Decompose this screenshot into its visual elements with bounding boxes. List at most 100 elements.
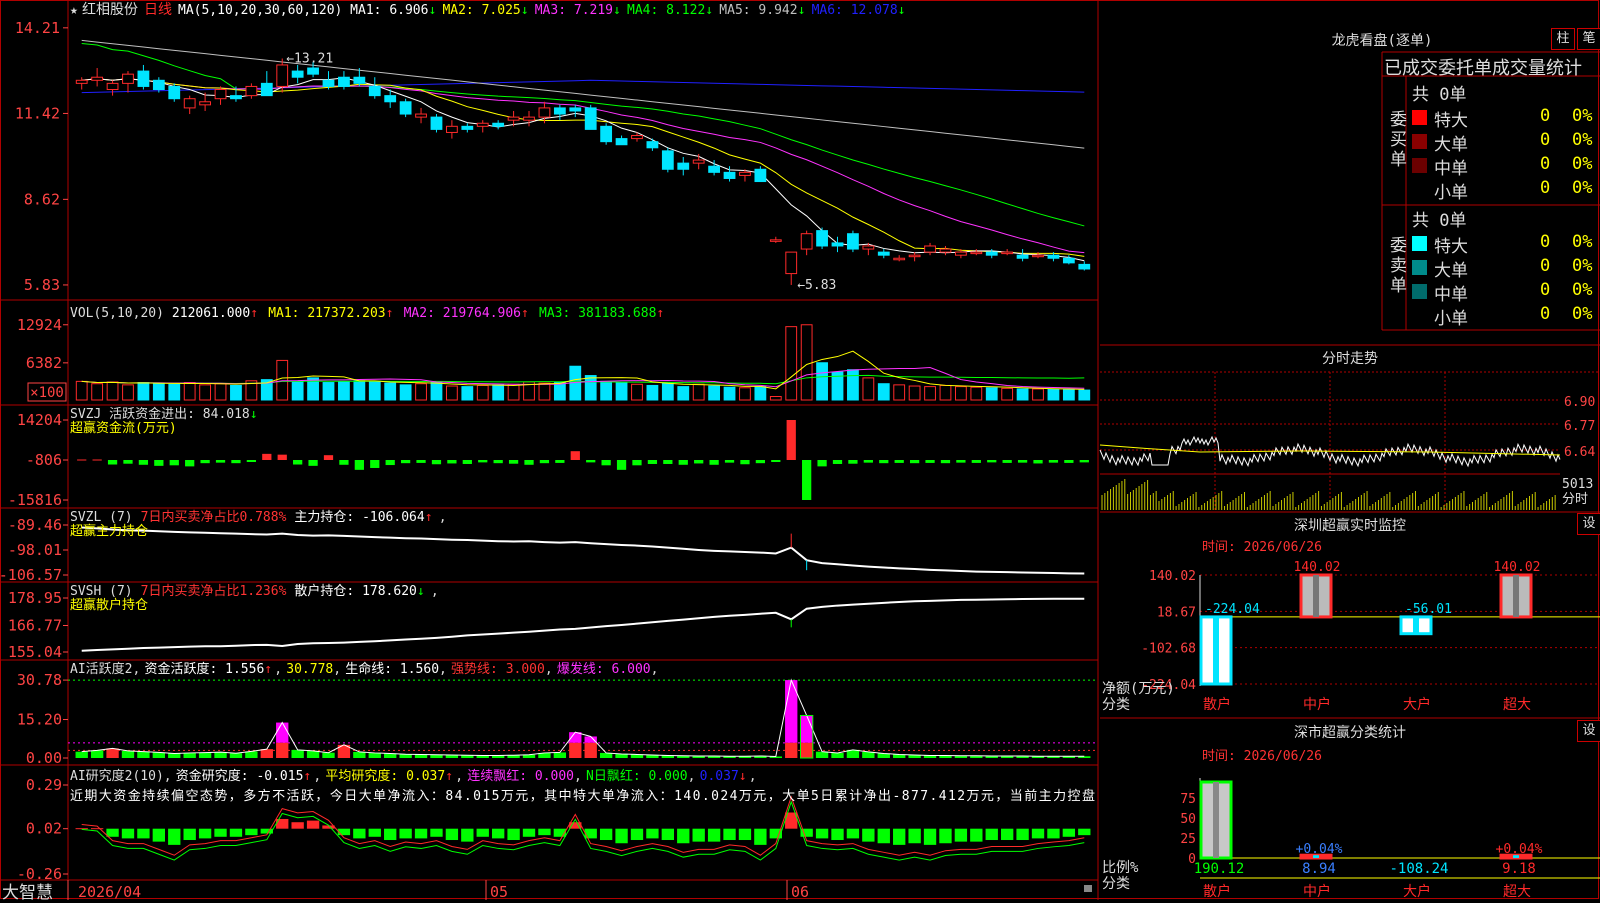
ai2-bar[interactable] <box>923 828 937 845</box>
candle-body[interactable] <box>75 79 88 84</box>
ai1-bar[interactable] <box>183 752 196 758</box>
volume-bar[interactable] <box>492 384 505 401</box>
candle-body[interactable] <box>847 233 859 250</box>
svzj-bar[interactable] <box>940 460 951 464</box>
volume-bar[interactable] <box>168 383 181 401</box>
candle-body[interactable] <box>1032 254 1044 258</box>
ai2-bar[interactable] <box>1016 828 1029 841</box>
candle-body[interactable] <box>739 171 751 176</box>
svzj-bar[interactable] <box>678 460 688 465</box>
ai1-bar[interactable] <box>214 752 227 758</box>
candle-body[interactable] <box>569 107 582 112</box>
volume-bar[interactable] <box>199 384 212 401</box>
ai2-bar[interactable] <box>646 828 659 839</box>
ai1-strong-bar[interactable] <box>785 742 798 758</box>
svzj-bar[interactable] <box>848 460 858 464</box>
svzj-bar[interactable] <box>524 460 534 465</box>
candle-body[interactable] <box>276 64 289 87</box>
candle-body[interactable] <box>1001 251 1014 255</box>
svzj-bar[interactable] <box>971 460 981 463</box>
candle-body[interactable] <box>831 242 844 247</box>
volume-bar[interactable] <box>507 383 520 401</box>
svzj-bar[interactable] <box>493 460 503 464</box>
ai2-bar[interactable] <box>754 828 767 845</box>
ai2-bar[interactable] <box>707 828 721 842</box>
candle-body[interactable] <box>769 239 782 242</box>
candle-body[interactable] <box>461 125 474 130</box>
volume-bar[interactable] <box>1062 389 1075 401</box>
svzj-bar[interactable] <box>663 460 673 464</box>
candle-body[interactable] <box>800 233 813 250</box>
candle-body[interactable] <box>924 245 936 253</box>
svzj-bar[interactable] <box>1064 460 1074 463</box>
svzj-bar[interactable] <box>1048 460 1059 463</box>
ai2-bar[interactable] <box>723 828 736 841</box>
volume-bar[interactable] <box>708 385 721 401</box>
candle-body[interactable] <box>384 95 397 103</box>
svzj-bar[interactable] <box>863 460 873 463</box>
candle-body[interactable] <box>152 79 165 91</box>
ai2-bar[interactable] <box>491 828 505 839</box>
ai2-bar[interactable] <box>1078 828 1091 836</box>
tab-volume-stats[interactable]: 成交量统计 <box>1492 54 1582 80</box>
volume-bar[interactable] <box>461 386 474 401</box>
ai1-strong-bar[interactable] <box>569 742 582 758</box>
ai2-bar[interactable] <box>970 828 983 842</box>
ai1-burst-bar[interactable] <box>584 736 597 743</box>
ai1-bar[interactable] <box>152 752 166 758</box>
ai1-bar[interactable] <box>291 749 304 758</box>
svzj-bar[interactable] <box>1017 460 1028 463</box>
ai1-strong-bar[interactable] <box>276 742 289 758</box>
ai2-bar[interactable] <box>908 828 921 844</box>
candle-body[interactable] <box>476 122 489 127</box>
svzj-bar[interactable] <box>354 460 364 470</box>
candle-body[interactable] <box>600 125 613 143</box>
volume-bar[interactable] <box>739 387 751 401</box>
volume-bar[interactable] <box>476 384 489 401</box>
volume-bar[interactable] <box>924 386 936 401</box>
candle-body[interactable] <box>754 168 767 183</box>
candle-body[interactable] <box>1047 254 1060 259</box>
svzj-bar[interactable] <box>293 460 303 465</box>
svzj-bar[interactable] <box>123 460 133 464</box>
candle-body[interactable] <box>615 138 628 146</box>
candle-body[interactable] <box>970 251 983 255</box>
volume-bar[interactable] <box>183 382 196 401</box>
svzj-bar[interactable] <box>771 460 781 462</box>
svzj-bar[interactable] <box>1079 460 1089 463</box>
ai1-burst-bar[interactable] <box>800 715 813 743</box>
svzj-bar[interactable] <box>1002 460 1012 463</box>
candle-body[interactable] <box>168 85 181 100</box>
volume-bar[interactable] <box>1001 387 1014 401</box>
ai2-bar[interactable] <box>152 828 166 842</box>
volume-bar[interactable] <box>291 380 304 401</box>
candle-body[interactable] <box>291 70 304 78</box>
svzj-bar[interactable] <box>817 460 827 467</box>
volume-bar[interactable] <box>723 386 736 401</box>
ai2-bar[interactable] <box>229 828 243 837</box>
svzj-bar[interactable] <box>786 420 796 460</box>
ai1-bar[interactable] <box>831 752 844 758</box>
svzj-bar[interactable] <box>987 460 997 463</box>
ai1-bar[interactable] <box>306 750 320 758</box>
volume-bar[interactable] <box>106 381 119 401</box>
candle-body[interactable] <box>322 79 335 87</box>
candle-body[interactable] <box>492 122 505 127</box>
ai2-bar[interactable] <box>445 828 459 841</box>
ai2-bar[interactable] <box>121 828 135 839</box>
candle-body[interactable] <box>399 101 412 115</box>
svzj-bar[interactable] <box>1033 460 1043 464</box>
candle-body[interactable] <box>985 251 998 256</box>
ai2-bar[interactable] <box>661 828 675 841</box>
svzj-bar[interactable] <box>956 460 966 463</box>
svzj-bar[interactable] <box>555 460 565 463</box>
ai1-burst-bar[interactable] <box>276 722 289 743</box>
tab-filled[interactable]: 已成交 <box>1384 54 1438 80</box>
ai1-bar[interactable] <box>75 751 88 758</box>
ai2-bar[interactable] <box>584 828 597 839</box>
volume-bar[interactable] <box>1016 388 1029 401</box>
svzj-bar[interactable] <box>740 460 750 465</box>
ai2-bar[interactable] <box>738 828 752 841</box>
svzj-bar[interactable] <box>694 460 704 464</box>
ai2-bar[interactable] <box>877 828 890 844</box>
